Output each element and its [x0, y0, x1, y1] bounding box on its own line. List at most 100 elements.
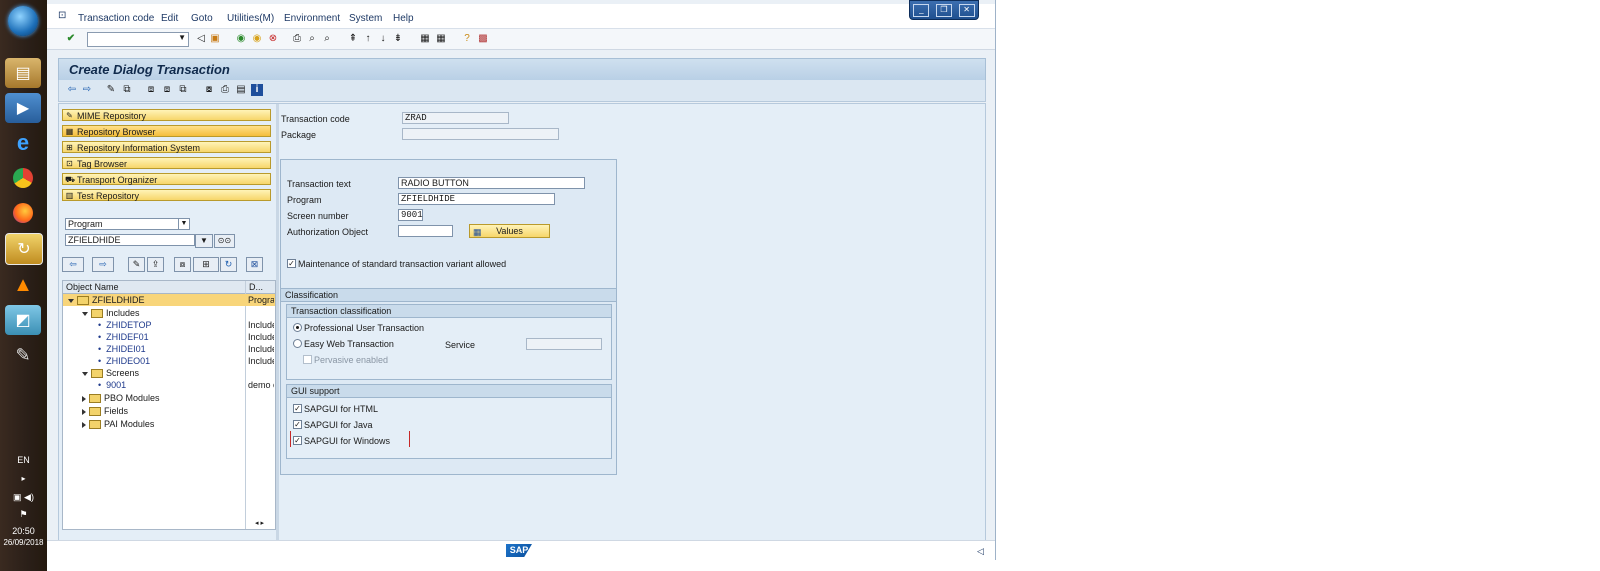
firefox-icon[interactable]	[5, 198, 41, 228]
repository-information-system-button[interactable]: ⊞ Repository Information System	[62, 141, 271, 153]
menu-environment[interactable]: Environment	[284, 13, 340, 24]
close-icon[interactable]: ✕	[958, 3, 975, 17]
first-page-icon[interactable]: ⇞	[347, 33, 359, 45]
refresh-object-icon[interactable]: ⇪	[147, 257, 164, 272]
hierarchy-icon[interactable]: ⧇	[174, 257, 191, 272]
next-page-icon[interactable]: ↓	[377, 33, 389, 45]
values-button[interactable]: ▦ Values	[469, 224, 550, 238]
professional-user-radio[interactable]	[293, 323, 302, 332]
arrow-right-icon[interactable]: ⇨	[81, 84, 93, 96]
command-field[interactable]: ▼	[87, 32, 189, 47]
table-row[interactable]: PBO Modules	[63, 392, 275, 404]
transport-organizer-button[interactable]: ⛟ Transport Organizer	[62, 173, 271, 185]
table-row[interactable]: PAI Modules	[63, 418, 275, 430]
hierarchy-icon[interactable]: ⧇	[203, 84, 215, 96]
new-session-icon[interactable]: ▦	[419, 33, 431, 45]
table-row[interactable]: Includes	[63, 307, 275, 319]
object-name-input[interactable]: ZFIELDHIDE	[65, 234, 195, 246]
previous-page-icon[interactable]: ↑	[362, 33, 374, 45]
menu-utilities[interactable]: Utilities(M)	[227, 13, 274, 24]
table-row[interactable]: Fields	[63, 405, 275, 417]
back-arrow-icon[interactable]: ◁	[195, 33, 207, 45]
pervasive-checkbox[interactable]	[303, 355, 312, 364]
transaction-code-field[interactable]: ZRAD	[402, 112, 509, 124]
media-player-icon[interactable]: ▶	[5, 93, 41, 123]
authorization-object-input[interactable]	[398, 225, 453, 237]
display-glasses-icon[interactable]: ⊙⊙	[214, 234, 235, 248]
activate-icon[interactable]: ⧈	[161, 84, 173, 96]
table-row[interactable]: • ZHIDEO01Include	[63, 355, 275, 367]
package-field[interactable]	[402, 128, 559, 140]
table-row[interactable]: • ZHIDEI01Include	[63, 343, 275, 355]
where-used-icon[interactable]: ⧉	[177, 84, 189, 96]
chevron-down-icon[interactable]: ▼	[178, 219, 189, 229]
find-icon[interactable]: ⌕	[306, 33, 318, 45]
back-icon[interactable]: ◉	[235, 33, 247, 45]
find-next-icon[interactable]: ⌕	[321, 33, 333, 45]
internet-explorer-icon[interactable]: e	[5, 128, 41, 158]
shortcut-icon[interactable]: ▦	[435, 33, 447, 45]
info-icon[interactable]: i	[251, 84, 263, 96]
flag-icon[interactable]: ⚑	[0, 509, 47, 520]
arrow-left-icon[interactable]: ⇦	[62, 257, 84, 272]
paint-icon[interactable]: ✎	[5, 340, 41, 370]
close-tree-icon[interactable]: ⊠	[246, 257, 263, 272]
last-page-icon[interactable]: ⇟	[392, 33, 404, 45]
menu-transaction-code[interactable]: Transaction code	[78, 13, 154, 24]
sapgui-html-checkbox[interactable]: ✓	[293, 404, 302, 413]
table-row[interactable]: ZFIELDHIDE Progra	[63, 294, 275, 306]
menu-help[interactable]: Help	[393, 13, 414, 24]
screen-number-input[interactable]: 9001	[398, 209, 423, 221]
maps-icon[interactable]: ◩	[5, 305, 41, 335]
horizontal-scrollbar[interactable]: ◂ ▸	[245, 519, 274, 528]
table-row[interactable]: • ZHIDEF01Include	[63, 331, 275, 343]
clock-date[interactable]: 26/09/2018	[0, 538, 47, 547]
easy-web-radio[interactable]	[293, 339, 302, 348]
tag-browser-button[interactable]: ⊡ Tag Browser	[62, 157, 271, 169]
table-row[interactable]: • 9001demo c	[63, 379, 275, 391]
check-icon[interactable]: ⧈	[145, 84, 157, 96]
program-input[interactable]: ZFIELDHIDE	[398, 193, 555, 205]
test-repository-button[interactable]: ▥ Test Repository	[62, 189, 271, 201]
clock-time[interactable]: 20:50	[0, 526, 47, 536]
enter-icon[interactable]: ✔	[65, 33, 77, 45]
refresh-icon[interactable]: ↻	[220, 257, 237, 272]
language-indicator[interactable]: EN	[0, 455, 47, 465]
table-row[interactable]: • ZHIDETOPInclude	[63, 319, 275, 331]
cancel-icon[interactable]: ⊗	[267, 33, 279, 45]
vlc-icon[interactable]: ▲	[5, 270, 41, 300]
variant-checkbox[interactable]: ✓	[287, 259, 296, 268]
chrome-icon[interactable]	[5, 163, 41, 193]
arrow-right-icon[interactable]: ⇨	[92, 257, 114, 272]
layout-icon[interactable]: ▤	[235, 84, 247, 96]
status-expand-icon[interactable]: ◁	[977, 546, 984, 557]
print-icon[interactable]: ⎙	[291, 33, 303, 45]
collapse-icon[interactable]	[82, 371, 88, 376]
windows-start-icon[interactable]	[8, 6, 38, 36]
dropdown-arrow-icon[interactable]: ▼	[195, 234, 213, 248]
file-explorer-icon[interactable]: ▤	[5, 58, 41, 88]
object-type-select[interactable]: Program ▼	[65, 218, 190, 230]
transaction-text-input[interactable]: RADIO BUTTON	[398, 177, 585, 189]
arrow-left-icon[interactable]: ⇦	[66, 84, 78, 96]
expand-icon[interactable]	[82, 408, 86, 415]
save-icon[interactable]: ▣	[209, 33, 221, 45]
display-change-icon[interactable]: ✎	[105, 84, 117, 96]
menu-system[interactable]: System	[349, 13, 382, 24]
column-object-name[interactable]: Object Name	[66, 282, 119, 292]
menu-edit[interactable]: Edit	[161, 13, 178, 24]
restore-icon[interactable]: ❐	[935, 3, 952, 17]
volume-icon[interactable]: ▣ ◀)	[0, 492, 47, 503]
sap-logon-icon[interactable]: ↻	[5, 233, 43, 265]
expand-icon[interactable]	[82, 395, 86, 402]
repository-browser-button[interactable]: ▦ Repository Browser	[62, 125, 271, 137]
tray-expand-icon[interactable]: ▸	[0, 474, 47, 483]
chevron-down-icon[interactable]: ▼	[178, 33, 186, 42]
customize-layout-icon[interactable]: ▩	[477, 33, 489, 45]
menu-goto[interactable]: Goto	[191, 13, 213, 24]
exit-icon[interactable]: ◉	[251, 33, 263, 45]
collapse-icon[interactable]	[68, 298, 74, 303]
table-row[interactable]: Screens	[63, 367, 275, 379]
column-description[interactable]: D...	[249, 282, 263, 292]
collapse-icon[interactable]	[82, 311, 88, 316]
